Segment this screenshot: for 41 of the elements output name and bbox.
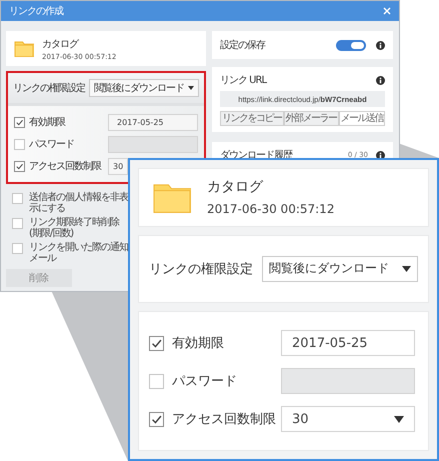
caret-icon — [188, 86, 194, 90]
file-name: カタログ — [42, 38, 80, 50]
caret-icon — [394, 416, 404, 422]
file-name: カタログ — [207, 178, 264, 196]
checkbox[interactable] — [12, 193, 23, 204]
option-label: パスワード — [172, 373, 237, 390]
date-field[interactable]: 2017-05-25 — [108, 114, 198, 130]
link-action-button[interactable]: 外部メーラー — [284, 111, 338, 126]
option-label: アクセス回数制限 — [29, 160, 101, 173]
permission-select[interactable]: 閲覧後にダウンロード — [89, 79, 199, 97]
count-select[interactable]: 30 — [108, 158, 128, 174]
save-settings-label: 設定の保存 — [220, 38, 266, 52]
checkbox[interactable] — [12, 218, 23, 229]
close-icon[interactable] — [383, 7, 391, 15]
checkbox[interactable] — [14, 116, 25, 128]
checkbox[interactable] — [149, 336, 164, 350]
count-select[interactable]: 30 — [281, 406, 415, 432]
info-icon — [376, 40, 385, 50]
toggle-switch[interactable] — [336, 40, 366, 50]
checkbox[interactable] — [149, 412, 164, 426]
info-icon — [376, 76, 385, 84]
option-label: 有効期限 — [172, 335, 224, 352]
checkbox[interactable] — [14, 160, 25, 172]
caret-icon — [402, 266, 411, 272]
permission-select[interactable]: 閲覧後にダウンロード — [262, 256, 418, 282]
option-label: アクセス回数制限 — [172, 411, 276, 428]
folder-icon — [14, 40, 34, 57]
option-label: パスワード — [29, 138, 74, 151]
permission-label: リンクの権限設定 — [13, 82, 85, 95]
file-date: 2017-06-30 00:57:12 — [207, 202, 334, 216]
link-action-button[interactable]: リンクをコピー — [220, 111, 284, 126]
option-label: 送信者の個人情報を非表示にする — [29, 192, 129, 214]
option-label: 有効期限 — [29, 116, 65, 129]
date-field[interactable]: 2017-05-25 — [281, 330, 415, 356]
checkbox[interactable] — [12, 243, 23, 254]
window-title: リンクの作成 — [9, 4, 63, 18]
option-label: リンク期限終了時削除(期限/回数) — [29, 217, 120, 239]
option-label: リンクを開いた際の通知メール — [29, 242, 129, 264]
permission-label: リンクの権限設定 — [149, 260, 253, 278]
link-url-label: リンク URL — [220, 74, 268, 87]
link-action-button[interactable]: メール送信 — [338, 111, 385, 126]
